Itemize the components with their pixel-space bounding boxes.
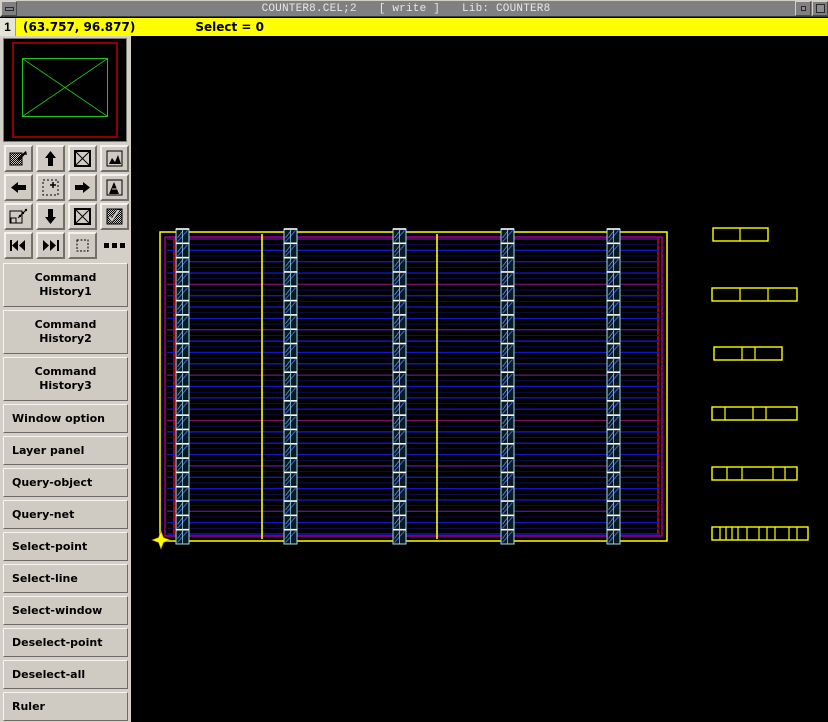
window-title: COUNTER8.CEL;2 [ write ] Lib: COUNTER8 [17,1,795,16]
status-bar: 1 (63.757, 96.877) Select = 0 [0,18,828,36]
sidebar: Command History1 Command History2 Comman… [0,36,133,722]
command-button-list: Command History1 Command History2 Comman… [3,263,128,721]
title-write-mode: [ write ] [379,3,440,15]
select-window-button[interactable]: Select-window [3,596,128,625]
minimize-glyph [801,6,806,11]
layout-drawing [135,36,828,722]
zoom-peak-icon[interactable] [100,174,129,201]
command-history-2-button[interactable]: Command History2 [3,310,128,354]
maximize-icon[interactable] [812,1,828,16]
window-menu-icon[interactable] [1,1,17,16]
zoom-window-icon[interactable] [4,145,33,172]
standalone-cell-3 [714,347,782,360]
thumbnail-block [22,58,108,117]
zoom-all-icon[interactable] [68,203,97,230]
pan-up-icon[interactable] [36,145,65,172]
deselect-all-button[interactable]: Deselect-all [3,660,128,689]
pan-down-icon[interactable] [36,203,65,230]
standalone-cell-2 [712,288,797,301]
select-area-icon[interactable] [68,232,97,259]
window-menu-glyph [5,7,14,11]
command-history-3-button[interactable]: Command History3 [3,357,128,401]
query-object-button[interactable]: Query-object [3,468,128,497]
view-toolbar [3,145,128,259]
window-controls [795,1,828,16]
view-next-icon[interactable] [36,232,65,259]
title-cell-name: COUNTER8.CEL;2 [262,3,357,15]
layer-panel-button[interactable]: Layer panel [3,436,128,465]
select-point-button[interactable]: Select-point [3,532,128,561]
zoom-region-icon[interactable] [4,203,33,230]
window-number: 1 [0,18,16,36]
deselect-point-button[interactable]: Deselect-point [3,628,128,657]
redraw-icon[interactable] [100,203,129,230]
ic-layout-canvas[interactable] [135,36,828,722]
ruler-button[interactable]: Ruler [3,692,128,721]
query-net-button[interactable]: Query-net [3,500,128,529]
title-bar: COUNTER8.CEL;2 [ write ] Lib: COUNTER8 [0,0,828,17]
pan-left-icon[interactable] [4,174,33,201]
title-library: Lib: COUNTER8 [462,3,550,15]
view-previous-icon[interactable] [4,232,33,259]
view-overview-thumbnail[interactable] [3,38,127,142]
zoom-in-icon[interactable] [36,174,65,201]
window-option-button[interactable]: Window option [3,404,128,433]
command-history-1-button[interactable]: Command History1 [3,263,128,307]
minimize-icon[interactable] [795,1,811,16]
maximize-glyph [816,4,825,13]
more-options-icon[interactable] [100,232,129,259]
status-badge: Select = 0 [195,20,264,34]
thumbnail-diagonals-icon [23,59,107,116]
zoom-fit-icon[interactable] [68,145,97,172]
zoom-out-area-icon[interactable] [100,145,129,172]
standalone-cell-5 [712,467,797,480]
select-line-button[interactable]: Select-line [3,564,128,593]
cursor-coordinates: (63.757, 96.877) [23,20,135,34]
application-window: COUNTER8.CEL;2 [ write ] Lib: COUNTER8 1… [0,0,828,722]
pan-right-icon[interactable] [68,174,97,201]
